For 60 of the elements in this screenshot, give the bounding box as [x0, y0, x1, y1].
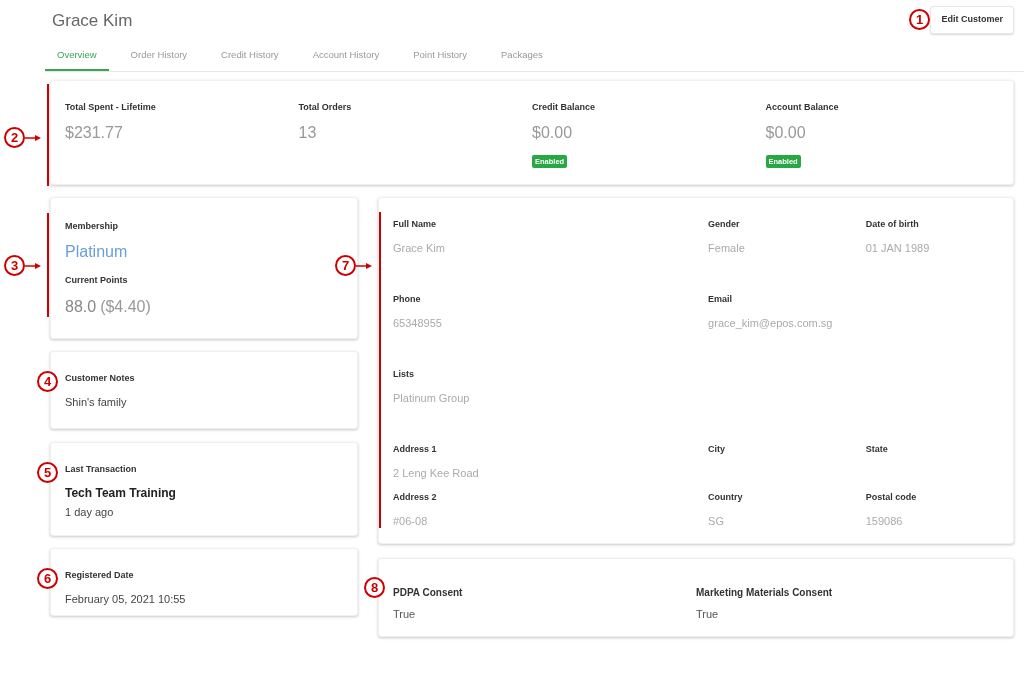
- field-label: Marketing Materials Consent: [696, 586, 834, 600]
- stat-label: Total Spent - Lifetime: [65, 101, 157, 114]
- field-label: Registered Date: [65, 569, 135, 582]
- arrow-icon: [25, 133, 41, 142]
- tab[interactable]: Overview: [45, 44, 109, 72]
- field-label: Address 2: [393, 491, 438, 504]
- field-value: 159086: [865, 513, 904, 529]
- field-value: 65348955: [393, 315, 443, 331]
- field-label: Address 1: [393, 443, 438, 456]
- field-label: Phone: [393, 293, 422, 306]
- field-value: 01 JAN 1989: [865, 240, 931, 256]
- field-label: Last Transaction: [65, 463, 138, 476]
- callout-number: 3: [4, 255, 25, 276]
- transaction-name: Tech Team Training: [65, 484, 177, 502]
- field-label: Date of birth: [865, 218, 920, 231]
- points-cash-value: ($4.40): [100, 297, 151, 317]
- consent-value: True: [696, 607, 720, 622]
- notes-text: Shin's family: [65, 394, 128, 410]
- tab[interactable]: Order History: [118, 44, 200, 72]
- stat-value: $231.77: [65, 122, 124, 143]
- field-value: Grace Kim: [393, 240, 446, 256]
- tab[interactable]: Account History: [300, 44, 392, 72]
- field-label: Lists: [393, 368, 415, 381]
- field-value: SG: [708, 513, 725, 529]
- field-label: City: [708, 443, 727, 456]
- field-value: 2 Leng Kee Road: [393, 465, 480, 481]
- tab[interactable]: Credit History: [209, 44, 291, 72]
- customer-name: Grace Kim: [52, 10, 133, 32]
- field-label: State: [865, 443, 889, 456]
- stat-value: 13: [298, 122, 318, 143]
- stat-label: Account Balance: [765, 101, 840, 114]
- edit-customer-button[interactable]: Edit Customer: [930, 6, 1014, 34]
- stat-value: $0.00: [532, 122, 574, 143]
- stat-label: Credit Balance: [532, 101, 597, 114]
- consent-value: True: [393, 607, 417, 622]
- field-value: #06-08: [393, 513, 429, 529]
- field-label: Email: [708, 293, 734, 306]
- field-label: Membership: [65, 220, 119, 233]
- field-label: Customer Notes: [65, 372, 136, 385]
- field-value: Female: [708, 240, 746, 256]
- arrow-icon: [25, 261, 41, 270]
- field-label: Country: [708, 491, 744, 504]
- transaction-time: 1 day ago: [65, 504, 115, 520]
- membership-tier-text: Platinum: [65, 241, 128, 262]
- stat-label: Total Orders: [298, 101, 353, 114]
- field-label: Full Name: [393, 218, 437, 231]
- callout-number: 1: [909, 9, 930, 30]
- field-label: Postal code: [865, 491, 918, 504]
- field-value: Platinum Group: [393, 390, 471, 406]
- registered-date: February 05, 2021 10:55: [65, 591, 187, 607]
- arrow-icon: [356, 261, 372, 270]
- field-label: Current Points: [65, 273, 129, 287]
- tab[interactable]: Point History: [401, 44, 479, 72]
- field-value: grace_kim@epos.com.sg: [708, 315, 834, 331]
- tab[interactable]: Packages: [489, 44, 555, 72]
- stat-value: $0.00: [765, 122, 807, 143]
- field-label: PDPA Consent: [393, 586, 464, 600]
- callout-number: 2: [4, 127, 25, 148]
- field-label: Gender: [708, 218, 741, 231]
- points-value: 88.0: [65, 297, 97, 317]
